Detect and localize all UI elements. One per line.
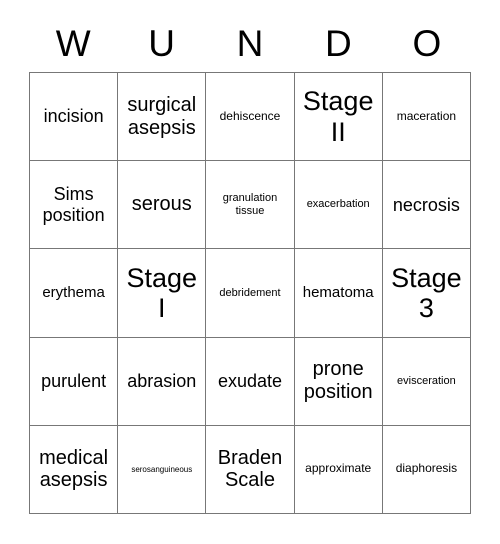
bingo-cell-label: necrosis bbox=[392, 194, 460, 215]
bingo-cell-r4c5[interactable]: evisceration bbox=[382, 337, 471, 426]
bingo-cell-label: purulent bbox=[41, 370, 107, 391]
header-letter-5: O bbox=[412, 23, 442, 64]
header-letter-1: W bbox=[55, 23, 91, 64]
bingo-cell-label: exacerbation bbox=[306, 198, 370, 211]
bingo-cell-r1c3[interactable]: dehiscence bbox=[206, 73, 295, 162]
bingo-cell-r4c1[interactable]: purulent bbox=[30, 337, 119, 426]
bingo-cell-label: Stage 3 bbox=[391, 262, 462, 323]
bingo-cell-label: diaphoresis bbox=[395, 461, 458, 476]
bingo-cell-label: prone position bbox=[303, 358, 373, 404]
bingo-cell-label: Braden Scale bbox=[217, 446, 283, 492]
bingo-cell-r3c5[interactable]: Stage 3 bbox=[382, 249, 471, 338]
bingo-card: W U N D O incision surgical asepsis dehi… bbox=[0, 0, 500, 544]
bingo-cell-r2c3[interactable]: granulation tissue bbox=[206, 161, 295, 250]
bingo-cell-label: dehiscence bbox=[219, 108, 281, 123]
bingo-cell-r3c4[interactable]: hematoma bbox=[294, 249, 383, 338]
bingo-cell-label: hematoma bbox=[302, 284, 374, 302]
bingo-cell-r3c1[interactable]: erythema bbox=[30, 249, 119, 338]
bingo-cell-r4c3[interactable]: exudate bbox=[206, 337, 295, 426]
bingo-cell-label: erythema bbox=[42, 284, 105, 302]
bingo-cell-label: maceration bbox=[396, 108, 457, 123]
bingo-cell-r1c5[interactable]: maceration bbox=[382, 73, 471, 162]
bingo-cell-label: Sims position bbox=[42, 184, 105, 225]
bingo-cell-label: approximate bbox=[305, 461, 372, 476]
bingo-grid: incision surgical asepsis dehiscence Sta… bbox=[29, 72, 471, 514]
bingo-cell-r5c2[interactable]: serosanguineous bbox=[118, 425, 207, 514]
bingo-cell-r5c3[interactable]: Braden Scale bbox=[206, 425, 295, 514]
bingo-cell-r3c3[interactable]: debridement bbox=[206, 249, 295, 338]
bingo-cell-label: serous bbox=[131, 193, 192, 216]
bingo-cell-r2c1[interactable]: Sims position bbox=[30, 161, 119, 250]
header-letter-2: U bbox=[148, 23, 175, 64]
bingo-cell-label: Stage II bbox=[302, 86, 374, 147]
bingo-cell-r4c2[interactable]: abrasion bbox=[118, 337, 207, 426]
bingo-cell-label: exudate bbox=[217, 370, 283, 391]
bingo-cell-label: abrasion bbox=[127, 370, 197, 391]
bingo-header-row: W U N D O bbox=[29, 16, 471, 72]
bingo-cell-r2c4[interactable]: exacerbation bbox=[294, 161, 383, 250]
bingo-cell-r5c1[interactable]: medical asepsis bbox=[30, 425, 119, 514]
bingo-cell-label: evisceration bbox=[397, 374, 456, 387]
bingo-cell-r1c1[interactable]: incision bbox=[30, 73, 119, 162]
bingo-cell-r1c4[interactable]: Stage II bbox=[294, 73, 383, 162]
bingo-cell-label: serosanguineous bbox=[131, 464, 193, 474]
header-letter-3: N bbox=[236, 23, 264, 64]
bingo-cell-label: granulation tissue bbox=[222, 192, 278, 217]
header-letter-4: D bbox=[325, 23, 352, 64]
bingo-cell-label: Stage I bbox=[126, 262, 198, 323]
bingo-cell-r3c2[interactable]: Stage I bbox=[118, 249, 207, 338]
bingo-cell-label: surgical asepsis bbox=[127, 93, 197, 139]
bingo-cell-r4c4[interactable]: prone position bbox=[294, 337, 383, 426]
bingo-cell-r2c2[interactable]: serous bbox=[118, 161, 207, 250]
bingo-cell-r5c4[interactable]: approximate bbox=[294, 425, 383, 514]
bingo-cell-r1c2[interactable]: surgical asepsis bbox=[118, 73, 207, 162]
bingo-cell-label: debridement bbox=[219, 286, 281, 299]
bingo-cell-r2c5[interactable]: necrosis bbox=[382, 161, 471, 250]
bingo-cell-label: incision bbox=[43, 106, 104, 127]
bingo-cell-label: medical asepsis bbox=[39, 446, 109, 492]
bingo-cell-r5c5[interactable]: diaphoresis bbox=[382, 425, 471, 514]
